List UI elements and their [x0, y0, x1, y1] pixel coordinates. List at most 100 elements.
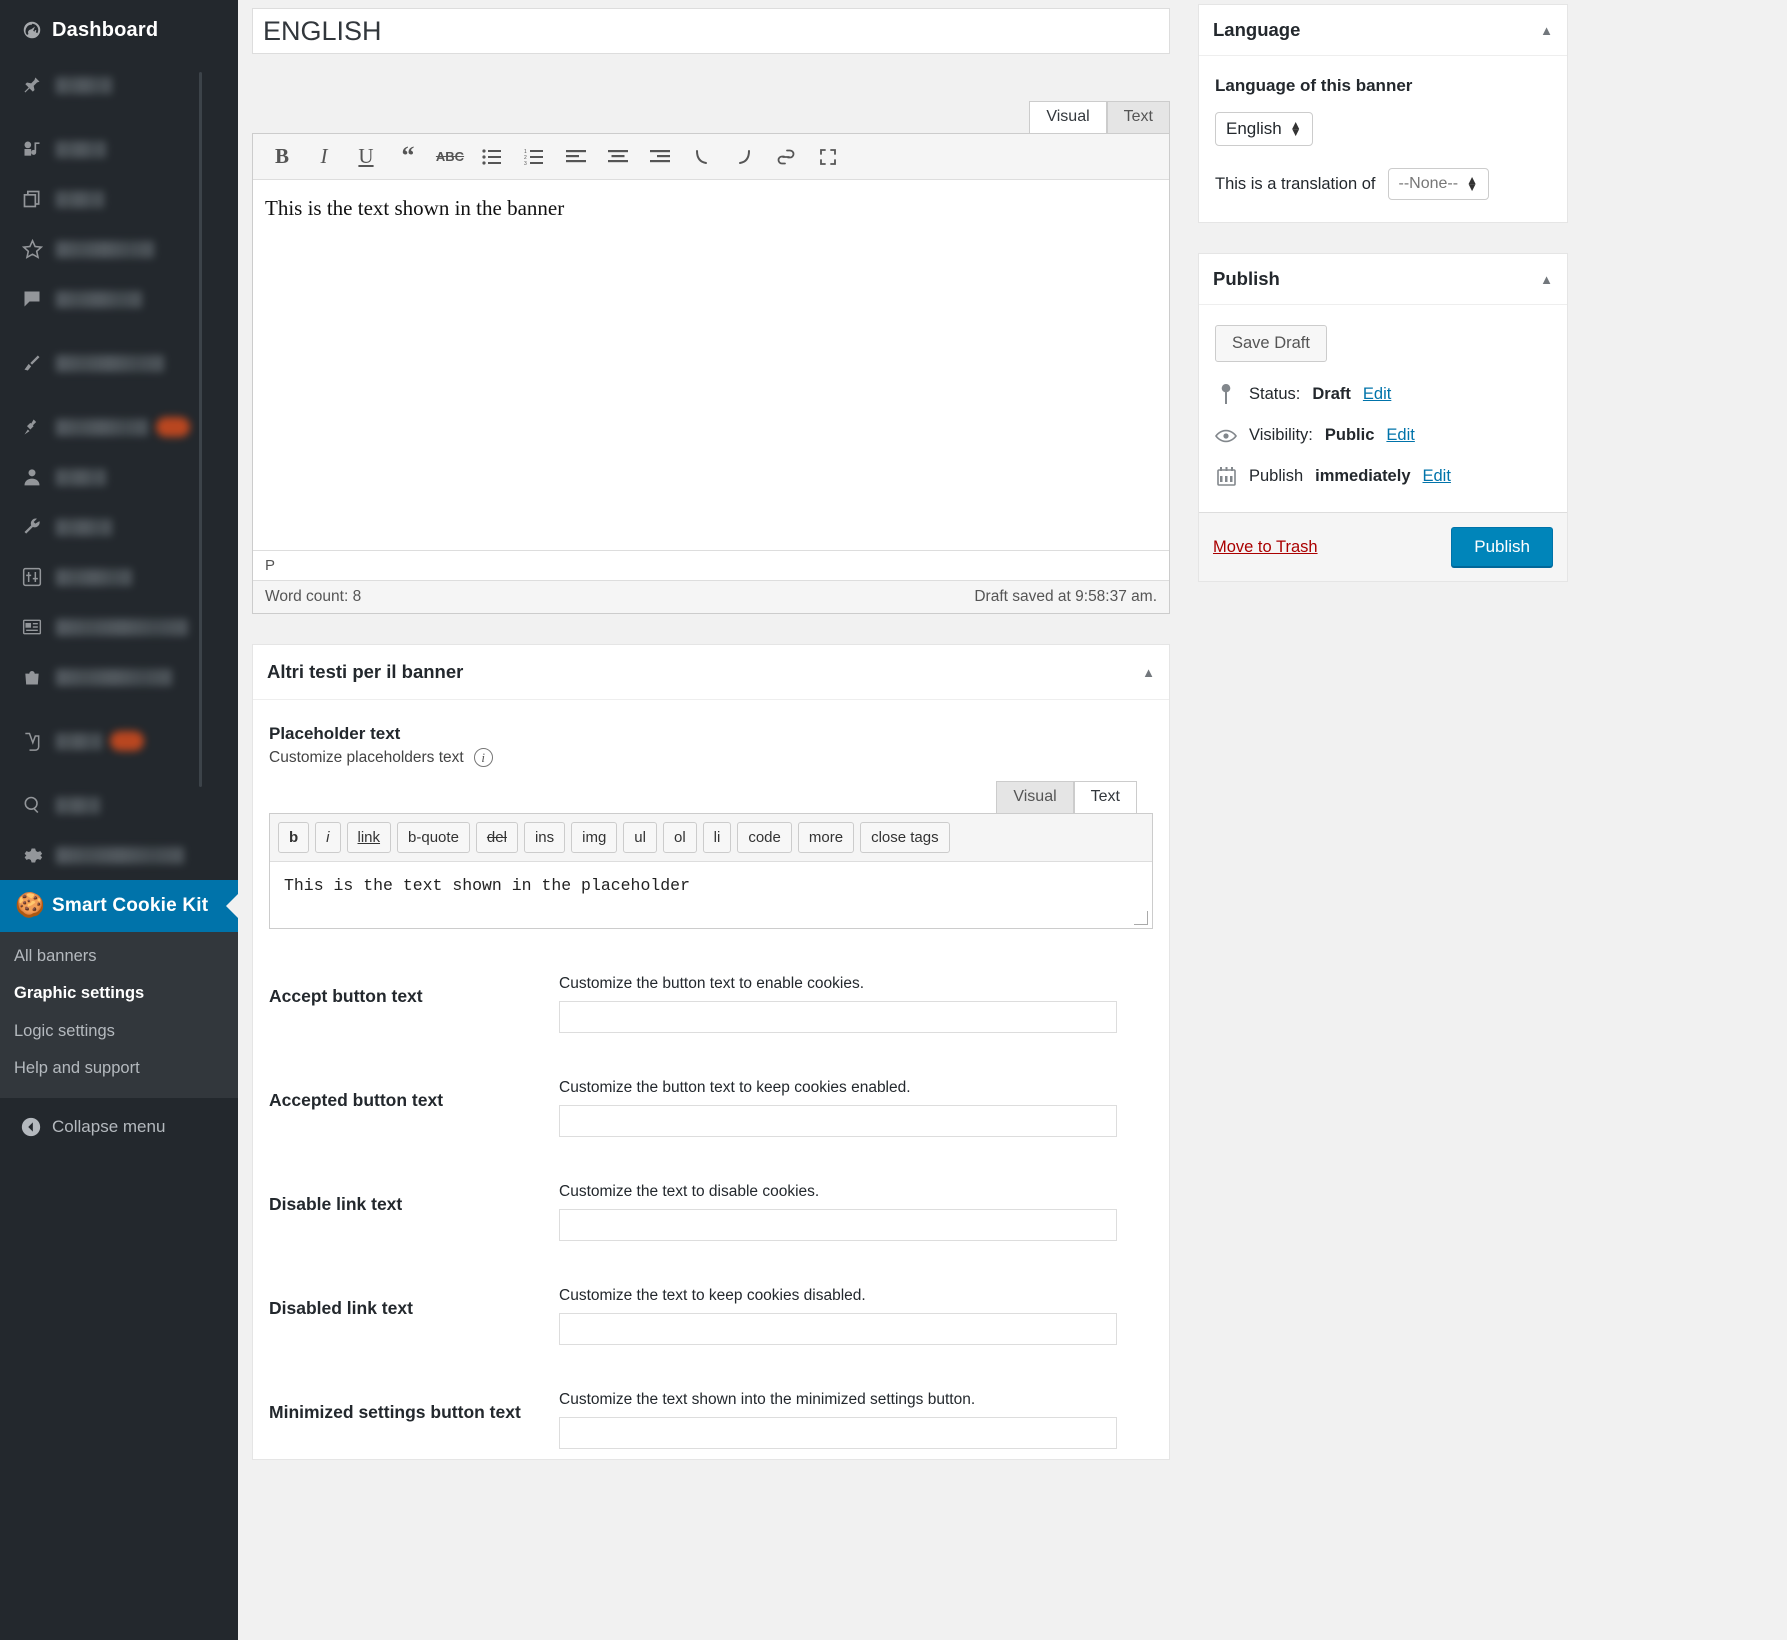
language-select-value: English	[1226, 119, 1282, 138]
strikethrough-icon[interactable]: ABC	[429, 140, 471, 174]
align-right-icon[interactable]	[639, 140, 681, 174]
info-icon[interactable]: i	[473, 748, 493, 767]
quicktag-ol[interactable]: ol	[662, 822, 697, 854]
italic-icon[interactable]: I	[303, 140, 345, 174]
ordered-list-icon[interactable]: 123	[513, 140, 555, 174]
field-description: Customize the button text to enable cook…	[559, 975, 865, 993]
unordered-list-icon[interactable]	[471, 140, 513, 174]
caret-up-icon[interactable]: ▲	[1540, 272, 1553, 287]
field-description: Customize the text to disable cookies.	[559, 1183, 820, 1201]
quicktag-more[interactable]: more	[797, 822, 855, 854]
sidebar-scrollbar[interactable]	[199, 72, 202, 787]
quicktag-del[interactable]: del	[475, 822, 518, 854]
placeholder-textarea-value: This is the text shown in the placeholde…	[284, 876, 690, 896]
visibility-edit-link[interactable]: Edit	[1386, 426, 1414, 445]
blockquote-icon[interactable]: “	[387, 140, 429, 174]
sidebar-item-smart-cookie-kit[interactable]: 🍪 Smart Cookie Kit	[0, 880, 238, 932]
editor-content-area[interactable]: This is the text shown in the banner	[253, 180, 1169, 550]
quicktag-code[interactable]: code	[737, 822, 792, 854]
sidebar-subitem-all-banners[interactable]: All banners	[0, 938, 238, 975]
field-input[interactable]	[559, 1105, 1117, 1138]
publish-button[interactable]: Publish	[1451, 527, 1553, 567]
sidebar-item-blurred[interactable]	[0, 274, 238, 324]
link-icon[interactable]	[765, 140, 807, 174]
redo-icon[interactable]	[723, 140, 765, 174]
sidebar-item-blurred[interactable]	[0, 652, 238, 702]
sidebar-item-blurred[interactable]	[0, 402, 238, 452]
sidebar-item-blurred[interactable]	[0, 780, 238, 830]
select-spinner-icon: ▲ ▼	[1466, 173, 1478, 194]
sidebar-item-blurred[interactable]	[0, 830, 238, 880]
caret-up-icon[interactable]: ▲	[1540, 23, 1553, 38]
sidebar-item-blurred[interactable]	[0, 716, 238, 766]
plug-icon	[12, 417, 52, 437]
quicktag-li[interactable]: li	[702, 822, 732, 854]
schedule-edit-link[interactable]: Edit	[1423, 467, 1451, 486]
placeholder-textarea[interactable]: This is the text shown in the placeholde…	[270, 862, 1152, 928]
post-title-input[interactable]	[252, 8, 1170, 54]
sidebar-item-blurred[interactable]	[0, 502, 238, 552]
sidebar-item-blurred[interactable]	[0, 602, 238, 652]
calendar-icon	[1215, 467, 1237, 486]
sidebar-subitem-graphic-settings[interactable]: Graphic settings	[0, 975, 238, 1012]
sidebar-item-blurred[interactable]	[0, 174, 238, 224]
sidebar-item-blurred[interactable]	[0, 60, 238, 110]
placeholder-tab-visual[interactable]: Visual	[996, 781, 1074, 814]
sidebar-item-blurred[interactable]	[0, 124, 238, 174]
collapse-menu-label: Collapse menu	[52, 1116, 166, 1136]
field-input[interactable]	[559, 1209, 1117, 1242]
caret-up-icon[interactable]: ▲	[1142, 665, 1155, 680]
quicktag-b[interactable]: b	[278, 822, 310, 854]
placeholder-tab-text[interactable]: Text	[1073, 781, 1137, 814]
sidebar-submenu: All banners Graphic settings Logic setting…	[0, 932, 238, 1098]
quicktag-i[interactable]: i	[315, 822, 341, 854]
field-control: Customize the button text to enable cook…	[559, 975, 1153, 1034]
sidebar-dashboard-label: Dashboard	[52, 18, 159, 41]
sidebar-active-arrow-icon	[226, 894, 238, 918]
language-select[interactable]: English ▲ ▼	[1215, 112, 1313, 146]
undo-icon[interactable]	[681, 140, 723, 174]
schedule-row: Publish immediately Edit	[1215, 467, 1551, 486]
sidebar-subitem-logic-settings[interactable]: Logic settings	[0, 1013, 238, 1050]
field-input[interactable]	[559, 1313, 1117, 1346]
collapse-menu-button[interactable]: Collapse menu	[0, 1097, 238, 1156]
quicktag-img[interactable]: img	[571, 822, 618, 854]
translation-source-select[interactable]: --None-- ▲ ▼	[1387, 168, 1489, 200]
status-edit-link[interactable]: Edit	[1363, 385, 1391, 404]
placeholder-editor-box: b i link b-quote del ins img ul ol li code more clos…	[269, 813, 1153, 930]
sidebar-item-label-blurred	[56, 290, 142, 308]
sidebar-item-blurred[interactable]	[0, 452, 238, 502]
field-input[interactable]	[559, 1001, 1117, 1034]
sidebar-item-blurred[interactable]	[0, 224, 238, 274]
tab-text[interactable]: Text	[1106, 100, 1170, 133]
status-row: Status: Draft Edit	[1215, 384, 1551, 404]
underline-icon[interactable]: U	[345, 140, 387, 174]
quicktag-b-quote[interactable]: b-quote	[397, 822, 470, 854]
quicktag-link[interactable]: link	[346, 822, 392, 854]
sidebar-item-label-blurred	[56, 468, 106, 486]
align-left-icon[interactable]	[555, 140, 597, 174]
tab-visual[interactable]: Visual	[1029, 100, 1107, 133]
metabox-header[interactable]: Altri testi per il banner ▲	[253, 645, 1169, 700]
quicktag-ul[interactable]: ul	[623, 822, 657, 854]
sidebar-item-dashboard[interactable]: Dashboard	[0, 0, 238, 60]
sidebar-subitem-help-and-support[interactable]: Help and support	[0, 1050, 238, 1087]
main-column: Visual Text B I U “ ABC 123	[238, 0, 1184, 1461]
publish-panel-header[interactable]: Publish ▲	[1199, 254, 1567, 305]
field-input[interactable]	[559, 1417, 1117, 1450]
sidebar-separator	[0, 110, 238, 124]
fullscreen-icon[interactable]	[807, 140, 849, 174]
quicktag-ins[interactable]: ins	[523, 822, 566, 854]
language-panel-header[interactable]: Language ▲	[1199, 5, 1567, 56]
sidebar-item-blurred[interactable]	[0, 338, 238, 388]
save-draft-button[interactable]: Save Draft	[1215, 325, 1327, 362]
sidebar-item-blurred[interactable]	[0, 552, 238, 602]
move-to-trash-link[interactable]: Move to Trash	[1213, 538, 1318, 557]
update-badge	[110, 731, 144, 751]
editor-toolbar: B I U “ ABC 123	[253, 134, 1169, 180]
textarea-resize-handle[interactable]	[1134, 911, 1148, 926]
field-control: Customize the text to keep cookies disab…	[559, 1287, 1153, 1346]
align-center-icon[interactable]	[597, 140, 639, 174]
bold-icon[interactable]: B	[261, 140, 303, 174]
quicktag-close-tags[interactable]: close tags	[860, 822, 950, 854]
